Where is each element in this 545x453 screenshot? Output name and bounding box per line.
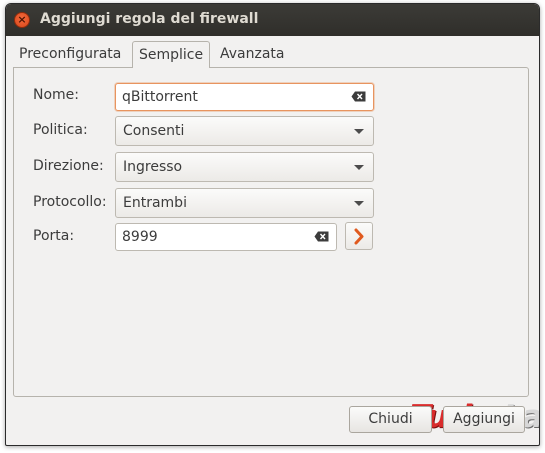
tab-preconfigurata[interactable]: Preconfigurata bbox=[13, 41, 131, 68]
policy-label: Politica: bbox=[33, 122, 88, 138]
tab-avanzata[interactable]: Avanzata bbox=[214, 41, 285, 68]
protocol-label: Protocollo: bbox=[33, 194, 107, 210]
clear-icon[interactable] bbox=[314, 231, 329, 242]
port-label: Porta: bbox=[33, 228, 75, 244]
port-input[interactable]: 8999 bbox=[115, 223, 337, 251]
direction-label: Direzione: bbox=[33, 158, 104, 174]
dialog-window: × Aggiungi regola del firewall Preconfig… bbox=[5, 3, 540, 446]
close-icon: × bbox=[17, 13, 27, 26]
close-button[interactable]: Chiudi bbox=[349, 406, 432, 433]
close-window-button[interactable]: × bbox=[14, 12, 30, 28]
window-title: Aggiungi regola del firewall bbox=[40, 11, 259, 27]
name-label: Nome: bbox=[33, 87, 80, 103]
chevron-right-icon bbox=[354, 228, 364, 245]
chevron-down-icon bbox=[354, 165, 364, 170]
add-button[interactable]: Aggiungi bbox=[443, 406, 525, 433]
protocol-select[interactable]: Entrambi bbox=[115, 188, 374, 218]
name-input[interactable]: qBittorrent bbox=[115, 83, 374, 111]
insert-port-button[interactable] bbox=[345, 222, 373, 250]
chevron-down-icon bbox=[354, 129, 364, 134]
tab-semplice[interactable]: Semplice bbox=[132, 41, 210, 68]
policy-value: Consenti bbox=[123, 123, 185, 139]
tab-panel: Nome: qBittorrent Politica: Consenti Dir… bbox=[13, 67, 529, 397]
chevron-down-icon bbox=[354, 201, 364, 206]
direction-value: Ingresso bbox=[123, 159, 183, 175]
protocol-value: Entrambi bbox=[123, 195, 187, 211]
port-value: 8999 bbox=[122, 229, 158, 245]
name-value: qBittorrent bbox=[122, 89, 198, 105]
title-bar: × Aggiungi regola del firewall bbox=[6, 4, 539, 36]
direction-select[interactable]: Ingresso bbox=[115, 152, 374, 182]
policy-select[interactable]: Consenti bbox=[115, 116, 374, 146]
clear-icon[interactable] bbox=[351, 91, 366, 102]
